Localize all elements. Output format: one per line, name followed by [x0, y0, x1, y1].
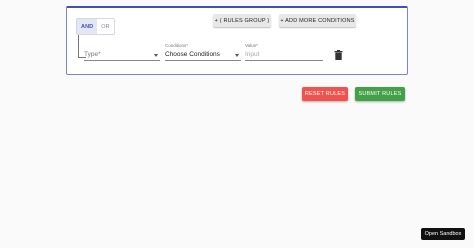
type-value: Type*: [84, 51, 101, 58]
combinator-toggle: AND OR: [76, 18, 115, 35]
reset-rules-button[interactable]: RESET RULES: [302, 87, 348, 101]
submit-rules-button[interactable]: SUBMIT RULES: [355, 87, 405, 101]
value-label: Value*: [245, 43, 258, 48]
open-sandbox-button[interactable]: Open Sandbox: [421, 228, 465, 240]
value-input[interactable]: Value* Input: [245, 43, 323, 61]
conditions-value: Choose Conditions: [165, 51, 220, 58]
value-placeholder: Input: [245, 51, 260, 58]
add-rules-group-button[interactable]: + ( RULES GROUP ): [213, 14, 271, 27]
combinator-or-button[interactable]: OR: [97, 19, 114, 34]
type-underline: [84, 60, 160, 61]
chevron-down-icon: [154, 54, 158, 57]
rule-group-card: AND OR + ( RULES GROUP ) + ADD MORE COND…: [66, 6, 408, 75]
add-condition-button[interactable]: + ADD MORE CONDITIONS: [279, 14, 356, 27]
chevron-down-icon: [235, 54, 239, 57]
combinator-and-button[interactable]: AND: [77, 19, 98, 34]
conditions-underline: [165, 60, 241, 61]
type-select[interactable]: Type*: [84, 43, 160, 61]
conditions-label: Conditions*: [165, 43, 189, 48]
trash-icon[interactable]: [334, 50, 343, 60]
value-underline: [245, 60, 323, 61]
conditions-select[interactable]: Conditions* Choose Conditions: [165, 43, 241, 61]
